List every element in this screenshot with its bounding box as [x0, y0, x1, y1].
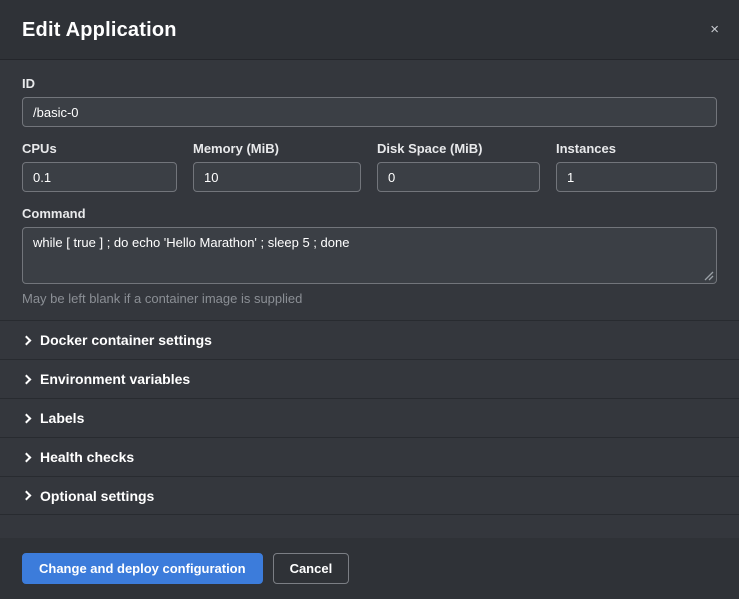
instances-label: Instances	[556, 141, 717, 156]
memory-label: Memory (MiB)	[193, 141, 361, 156]
disk-label: Disk Space (MiB)	[377, 141, 540, 156]
modal-header: Edit Application ×	[0, 0, 739, 60]
chevron-right-icon	[22, 491, 32, 501]
modal-body: ID CPUs Memory (MiB) Disk Space (MiB) In…	[0, 60, 739, 320]
section-label: Labels	[40, 410, 84, 426]
command-textarea[interactable]: while [ true ] ; do echo 'Hello Marathon…	[22, 227, 717, 284]
modal-title: Edit Application	[22, 19, 717, 42]
chevron-right-icon	[22, 374, 32, 384]
memory-input[interactable]	[193, 162, 361, 192]
cpus-input[interactable]	[22, 162, 177, 192]
section-environment-variables[interactable]: Environment variables	[0, 359, 739, 398]
section-docker-container-settings[interactable]: Docker container settings	[0, 320, 739, 359]
resources-row: CPUs Memory (MiB) Disk Space (MiB) Insta…	[22, 141, 717, 192]
section-health-checks[interactable]: Health checks	[0, 437, 739, 476]
command-help-text: May be left blank if a container image i…	[22, 291, 717, 306]
section-label: Health checks	[40, 449, 134, 465]
command-textarea-wrap: while [ true ] ; do echo 'Hello Marathon…	[22, 227, 717, 284]
id-label: ID	[22, 76, 717, 91]
cpus-field: CPUs	[22, 141, 177, 192]
instances-field: Instances	[556, 141, 717, 192]
chevron-right-icon	[22, 335, 32, 345]
id-field: ID	[22, 76, 717, 127]
cpus-label: CPUs	[22, 141, 177, 156]
chevron-right-icon	[22, 452, 32, 462]
cancel-button[interactable]: Cancel	[273, 553, 350, 584]
section-label: Optional settings	[40, 488, 154, 504]
disk-field: Disk Space (MiB)	[377, 141, 540, 192]
modal-footer: Change and deploy configuration Cancel	[0, 538, 739, 599]
close-icon[interactable]: ×	[704, 16, 725, 43]
section-labels[interactable]: Labels	[0, 398, 739, 437]
collapsible-sections: Docker container settings Environment va…	[0, 320, 739, 515]
section-label: Environment variables	[40, 371, 190, 387]
instances-input[interactable]	[556, 162, 717, 192]
disk-input[interactable]	[377, 162, 540, 192]
id-input[interactable]	[22, 97, 717, 127]
command-label: Command	[22, 206, 717, 221]
edit-application-modal: Edit Application × ID CPUs Memory (MiB) …	[0, 0, 739, 599]
command-field: Command while [ true ] ; do echo 'Hello …	[22, 206, 717, 306]
section-optional-settings[interactable]: Optional settings	[0, 476, 739, 515]
chevron-right-icon	[22, 413, 32, 423]
section-label: Docker container settings	[40, 332, 212, 348]
memory-field: Memory (MiB)	[193, 141, 361, 192]
change-and-deploy-button[interactable]: Change and deploy configuration	[22, 553, 263, 584]
resize-handle-icon[interactable]	[704, 271, 714, 281]
